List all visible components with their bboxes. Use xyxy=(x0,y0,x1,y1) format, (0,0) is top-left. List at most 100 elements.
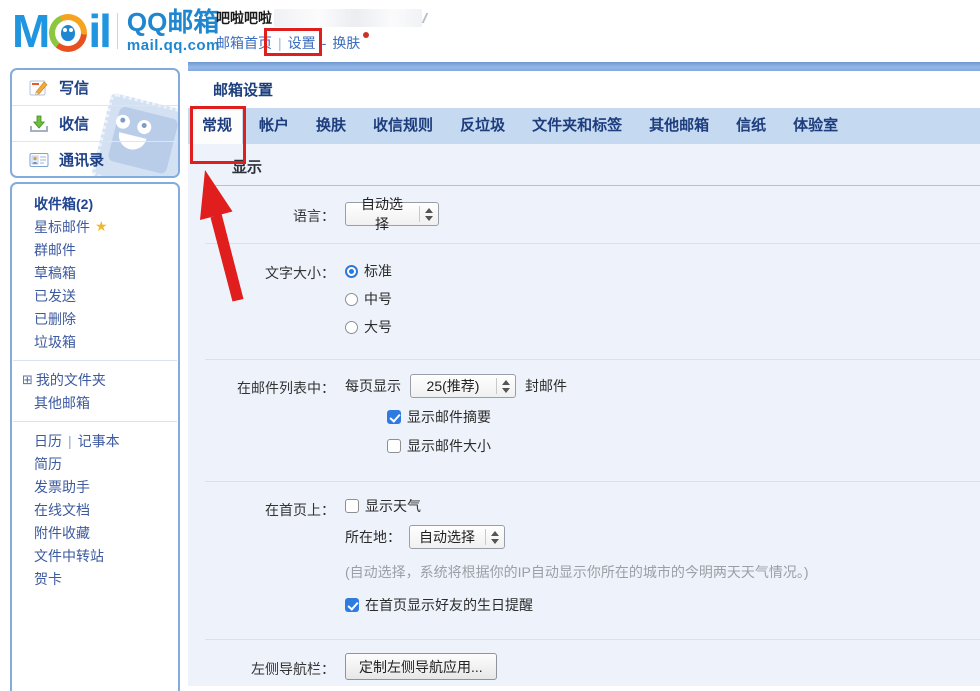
other-mailboxes-label: 其他邮箱 xyxy=(34,393,90,413)
main-top-gradient-bar xyxy=(188,62,980,71)
app-resume-link[interactable]: 简历 xyxy=(12,452,178,475)
language-select[interactable]: 自动选择 xyxy=(345,202,439,226)
top-nav: 邮箱首页 | 设置 - 换肤 xyxy=(216,33,369,53)
left-nav-row: 左侧导航栏： 定制左侧导航应用... 左侧导航栏上有些应用(例：明信片、贺卡等)… xyxy=(188,640,980,691)
app-invoice-helper-label: 发票助手 xyxy=(34,477,90,497)
location-select[interactable]: 自动选择 xyxy=(409,525,505,549)
other-mailboxes[interactable]: 其他邮箱 xyxy=(12,391,178,414)
sidebar-folders-box: 收件箱(2) 星标邮件 ★ 群邮件 草稿箱 已发送 已删除 垃圾箱 ⊞ 我的文件… xyxy=(10,182,180,691)
radio-standard-label: 标准 xyxy=(364,261,392,281)
tab-account[interactable]: 帐户 xyxy=(249,108,299,144)
app-attachment-collection-link[interactable]: 附件收藏 xyxy=(12,521,178,544)
tab-general[interactable]: 常规 xyxy=(192,108,242,144)
select-arrows-icon xyxy=(486,531,504,544)
folder-deleted-label: 已删除 xyxy=(34,309,76,329)
app-online-docs-label: 在线文档 xyxy=(34,500,90,520)
app-file-transfer-link[interactable]: 文件中转站 xyxy=(12,544,178,567)
app-greeting-card-link[interactable]: 贺卡 xyxy=(12,567,178,590)
receive-mail-button[interactable]: 收信 xyxy=(12,105,178,141)
tab-other-mailboxes[interactable]: 其他邮箱 xyxy=(639,108,719,144)
tab-skin[interactable]: 换肤 xyxy=(306,108,356,144)
nav-dash: - xyxy=(322,35,327,51)
calendar-notes-row: 日历 | 记事本 xyxy=(12,429,178,452)
homepage-label: 在首页上： xyxy=(188,496,335,615)
contacts-card-icon xyxy=(29,150,49,170)
folder-starred[interactable]: 星标邮件 ★ xyxy=(12,215,178,238)
language-row: 语言： 自动选择 xyxy=(188,186,980,243)
radio-medium-label: 中号 xyxy=(364,289,392,309)
app-file-transfer-label: 文件中转站 xyxy=(34,546,104,566)
location-select-value: 自动选择 xyxy=(410,527,485,547)
nav-mail-home-link[interactable]: 邮箱首页 xyxy=(216,33,272,53)
qqmail-logo[interactable]: M il QQ邮箱 mail.qq.com xyxy=(12,8,220,54)
show-size-option[interactable]: 显示邮件大小 xyxy=(387,436,567,456)
logo-penguin-icon xyxy=(49,14,87,52)
settings-tab-bar: 常规 帐户 换肤 收信规则 反垃圾 文件夹和标签 其他邮箱 信纸 体验室 xyxy=(188,108,980,144)
compose-label: 写信 xyxy=(59,77,89,98)
sidebar-divider xyxy=(13,360,177,361)
tab-labs[interactable]: 体验室 xyxy=(783,108,848,144)
tab-folders-labels[interactable]: 文件夹和标签 xyxy=(522,108,632,144)
new-badge-dot xyxy=(363,32,369,38)
folder-deleted[interactable]: 已删除 xyxy=(12,307,178,330)
folder-drafts[interactable]: 草稿箱 xyxy=(12,261,178,284)
star-icon: ★ xyxy=(95,218,108,235)
folder-group-mail[interactable]: 群邮件 xyxy=(12,238,178,261)
brand-name: QQ邮箱 xyxy=(127,9,220,35)
redacted-account-detail xyxy=(274,9,422,27)
page-title: 邮箱设置 xyxy=(213,79,273,100)
expand-plus-icon[interactable]: ⊞ xyxy=(22,372,33,388)
app-calendar-link[interactable]: 日历 xyxy=(34,431,62,451)
show-size-label: 显示邮件大小 xyxy=(407,436,491,456)
nav-change-skin-link[interactable]: 换肤 xyxy=(332,33,360,53)
app-invoice-helper-link[interactable]: 发票助手 xyxy=(12,475,178,498)
customize-left-nav-button[interactable]: 定制左侧导航应用... xyxy=(345,653,497,680)
font-size-option-medium[interactable]: 中号 xyxy=(345,289,392,309)
main-pane: 邮箱设置 常规 帐户 换肤 收信规则 反垃圾 文件夹和标签 其他邮箱 信纸 体验… xyxy=(188,62,980,691)
select-arrows-icon xyxy=(420,208,438,221)
folder-sent[interactable]: 已发送 xyxy=(12,284,178,307)
app-online-docs-link[interactable]: 在线文档 xyxy=(12,498,178,521)
folder-spam-label: 垃圾箱 xyxy=(34,332,76,352)
brand-domain: mail.qq.com xyxy=(127,38,220,53)
nav-settings-link[interactable]: 设置 xyxy=(288,33,316,53)
left-nav-label: 左侧导航栏： xyxy=(188,653,335,691)
radio-large[interactable] xyxy=(345,321,358,334)
contacts-button[interactable]: 通讯录 xyxy=(12,141,178,177)
radio-standard[interactable] xyxy=(345,265,358,278)
tab-anti-spam[interactable]: 反垃圾 xyxy=(450,108,515,144)
folder-spam[interactable]: 垃圾箱 xyxy=(12,330,178,353)
radio-large-label: 大号 xyxy=(364,317,392,337)
tab-mail-rules[interactable]: 收信规则 xyxy=(363,108,443,144)
mail-list-label: 在邮件列表中： xyxy=(188,374,335,456)
my-folders-label: 我的文件夹 xyxy=(36,370,106,390)
birthday-reminder-checkbox[interactable] xyxy=(345,598,359,612)
show-weather-option[interactable]: 显示天气 xyxy=(345,496,809,516)
per-page-select[interactable]: 25(推荐) xyxy=(410,374,516,398)
logo-letter-m: M xyxy=(12,9,48,53)
font-size-option-standard[interactable]: 标准 xyxy=(345,261,392,281)
per-page-prefix: 每页显示 xyxy=(345,376,401,396)
receive-arrow-icon xyxy=(29,114,49,134)
tab-stationery[interactable]: 信纸 xyxy=(726,108,776,144)
show-summary-option[interactable]: 显示邮件摘要 xyxy=(387,407,567,427)
homepage-row: 在首页上： 显示天气 所在地： 自动选择 (自动选择，系统将 xyxy=(188,482,980,639)
compose-mail-button[interactable]: 写信 xyxy=(12,70,178,105)
show-summary-checkbox[interactable] xyxy=(387,410,401,424)
contacts-label: 通讯录 xyxy=(59,149,104,170)
font-size-row: 文字大小： 标准 中号 大号 xyxy=(188,244,980,359)
folder-inbox-label: 收件箱(2) xyxy=(34,194,93,214)
main-titlebar: 邮箱设置 xyxy=(188,71,980,108)
radio-medium[interactable] xyxy=(345,293,358,306)
font-size-option-large[interactable]: 大号 xyxy=(345,317,392,337)
show-size-checkbox[interactable] xyxy=(387,439,401,453)
folder-inbox[interactable]: 收件箱(2) xyxy=(12,192,178,215)
birthday-reminder-option[interactable]: 在首页显示好友的生日提醒 xyxy=(345,595,809,615)
folder-drafts-label: 草稿箱 xyxy=(34,263,76,283)
show-summary-label: 显示邮件摘要 xyxy=(407,407,491,427)
show-weather-checkbox[interactable] xyxy=(345,499,359,513)
app-resume-label: 简历 xyxy=(34,454,62,474)
app-notes-link[interactable]: 记事本 xyxy=(78,431,120,451)
my-folders-toggle[interactable]: ⊞ 我的文件夹 xyxy=(12,368,178,391)
folder-group-mail-label: 群邮件 xyxy=(34,240,76,260)
